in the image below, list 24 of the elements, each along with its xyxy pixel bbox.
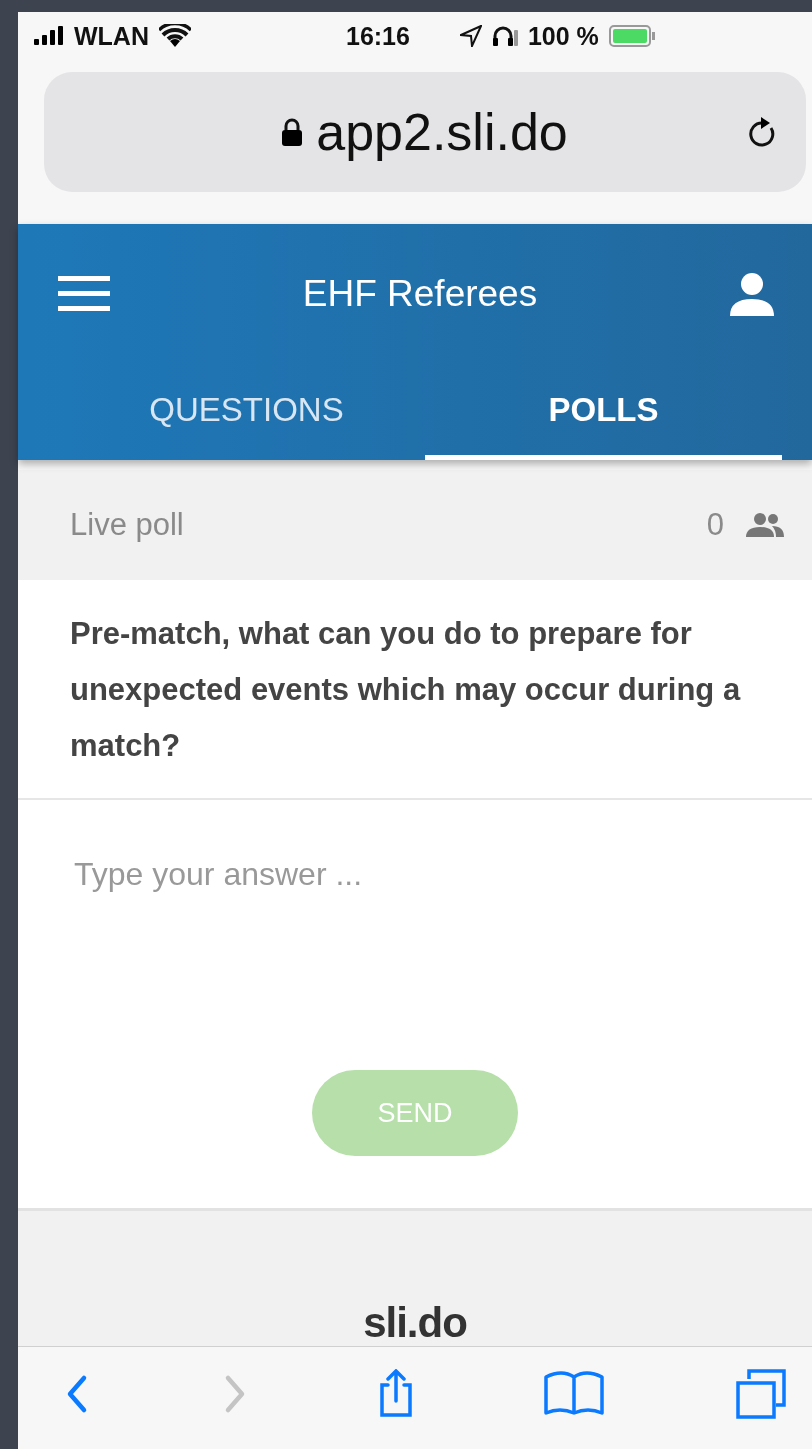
slido-logo[interactable]: sli.do [363, 1300, 467, 1346]
participant-count: 0 [706, 507, 724, 543]
answer-field[interactable]: Type your answer ... [18, 800, 812, 1070]
tab[interactable]: POLLS [425, 364, 782, 460]
carrier-label: WLAN [74, 21, 149, 51]
poll-question: Pre-match, what can you do to prepare for unexpected events which may occur during a match? [18, 580, 812, 800]
url-text: app2.sli.do [316, 102, 568, 162]
tab[interactable]: QUESTIONS [68, 364, 425, 460]
menu-icon[interactable] [58, 276, 110, 312]
signal-icon [34, 26, 64, 46]
share-icon[interactable] [378, 1369, 414, 1419]
clock: 16:16 [346, 21, 410, 51]
tabs-icon[interactable] [734, 1369, 788, 1419]
user-icon[interactable] [730, 272, 774, 316]
headphones-icon [491, 24, 518, 48]
wifi-icon [159, 24, 191, 48]
poll-status: Live poll [70, 507, 184, 543]
battery-icon [608, 25, 655, 47]
event-title: EHF Referees [302, 273, 538, 315]
battery-percent: 100 % [527, 21, 599, 51]
lock-icon [282, 118, 303, 146]
people-icon [746, 513, 784, 537]
address-field[interactable]: app2.sli.do [44, 72, 806, 192]
location-icon [459, 25, 482, 47]
